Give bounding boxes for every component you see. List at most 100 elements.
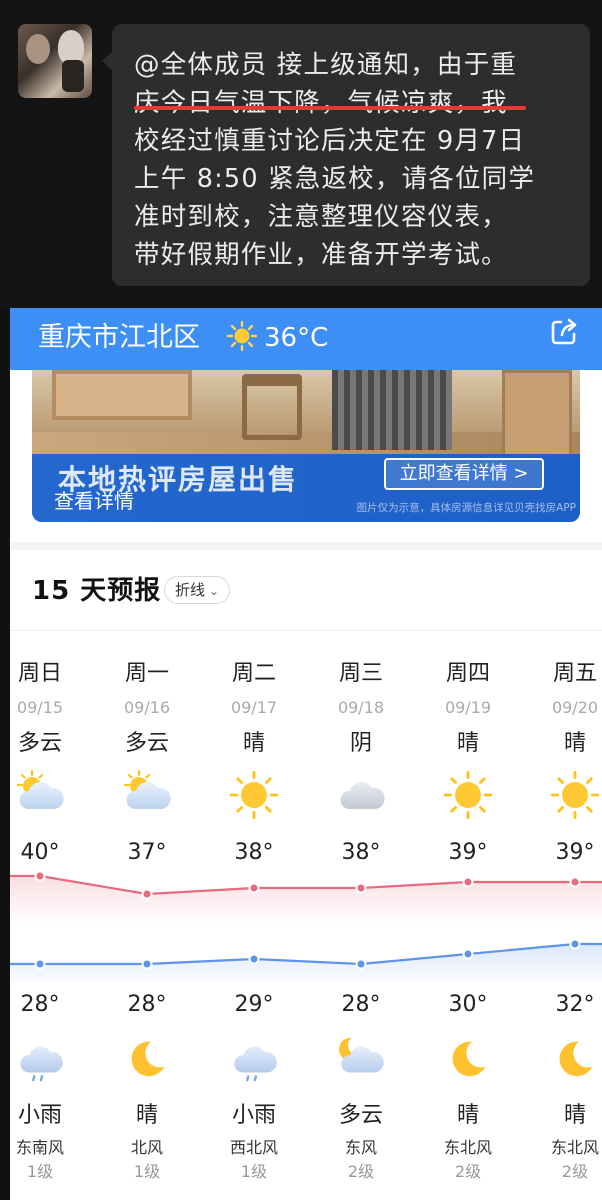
message-line: 庆今日气温下降，气候凉爽，我 [134,88,508,118]
night-condition: 晴 [456,1103,479,1128]
forecast-day-column[interactable]: 周日 09/15 多云 40° [10,656,94,865]
forecast-date: 09/15 [16,698,64,717]
low-temperature: 28° [341,992,381,1017]
partly-cloudy-icon [93,764,201,826]
moon-icon [414,1022,522,1096]
low-temperature: 28° [127,992,167,1017]
weather-header: 重庆市江北区 36°C [10,308,602,370]
message-line: 上午 8:50 紧急返校，请各位同学 [134,164,536,194]
low-temperature: 32° [555,992,595,1017]
rain-cloud-icon [10,1022,94,1096]
moon-cloud-icon [307,1022,415,1096]
share-icon[interactable] [548,316,580,348]
wind-direction: 东北风 [550,1138,599,1157]
low-temperature: 30° [448,992,488,1017]
night-condition: 晴 [563,1103,586,1128]
ad-detail-button[interactable]: 立即查看详情 > [384,458,544,490]
message-line: @全体成员 接上级通知，由于重 [134,50,518,80]
day-condition: 晴 [242,731,265,756]
forecast-night-column[interactable]: 29° 小雨 西北风 1级 [200,988,308,1184]
ad-view-details-link[interactable]: 查看详情 [54,486,134,516]
night-condition: 晴 [135,1103,158,1128]
forecast-night-column[interactable]: 28° 多云 东风 2级 [307,988,415,1184]
wind-level: 1级 [26,1162,54,1181]
high-temperature: 38° [341,840,381,865]
section-divider [10,542,602,550]
forecast-day-column[interactable]: 周四 09/19 晴 39° [414,656,522,865]
forecast-header: 15 天预报 折线 ⌄ [32,570,231,607]
sender-avatar[interactable] [18,24,92,98]
forecast-date: 09/18 [337,698,385,717]
message-bubble[interactable]: @全体成员 接上级通知，由于重 庆今日气温下降，气候凉爽，我 校经过慎重讨论后决… [102,24,590,286]
rain-cloud-icon [200,1022,308,1096]
wind-level: 1级 [240,1162,268,1181]
day-of-week: 周二 [231,661,276,686]
high-temperature: 40° [20,840,60,865]
forecast-night-column[interactable]: 28° 小雨 东南风 1级 [10,988,94,1184]
low-temp-point [569,938,581,950]
day-of-week: 周五 [552,661,597,686]
high-temp-point [248,882,260,894]
divider [10,630,602,631]
wind-direction: 东北风 [443,1138,492,1157]
high-temp-point [34,870,46,882]
high-temperature: 38° [234,840,274,865]
chevron-down-icon: ⌄ [209,584,220,598]
day-condition: 阴 [349,731,372,756]
wind-direction: 西北风 [229,1138,278,1157]
night-condition: 多云 [338,1103,383,1128]
moon-icon [93,1022,201,1096]
ad-disclaimer: 图片仅为示意，具体房源信息详见贝壳找房APP [356,502,576,514]
high-temperature: 39° [448,840,488,865]
low-temperature: 28° [20,992,60,1017]
wind-level: 2级 [561,1162,589,1181]
chart-mode-dropdown[interactable]: 折线 ⌄ [164,576,231,604]
day-of-week: 周四 [445,661,490,686]
wind-level: 1级 [133,1162,161,1181]
forecast-date: 09/17 [230,698,278,717]
day-of-week: 周日 [17,661,62,686]
high-temp-point [141,888,153,900]
wind-direction: 北风 [130,1138,163,1157]
chart-mode-label: 折线 [175,581,206,599]
wind-direction: 东南风 [15,1138,64,1157]
sun-icon [414,764,522,826]
low-temp-point [355,958,367,970]
high-temperature: 39° [555,840,595,865]
forecast-date: 09/16 [123,698,171,717]
wind-level: 2级 [454,1162,482,1181]
message-line: 校经过慎重讨论后决定在 9月7日 [134,126,526,156]
high-temp-area [10,876,602,924]
forecast-night-column[interactable]: 30° 晴 东北风 2级 [414,988,522,1184]
forecast-day-column[interactable]: 周二 09/17 晴 38° [200,656,308,865]
low-temperature: 29° [234,992,274,1017]
day-condition: 多云 [124,731,169,756]
day-condition: 多云 [17,731,62,756]
forecast-night-column[interactable]: 28° 晴 北风 1级 [93,988,201,1184]
high-temp-point [569,876,581,888]
forecast-date: 09/20 [551,698,599,717]
high-temperature: 37° [127,840,167,865]
current-temperature: 36°C [264,323,329,353]
forecast-day-column[interactable]: 周五 09/20 晴 39° [521,656,602,865]
day-condition: 晴 [456,731,479,756]
partly-cloudy-icon [10,764,94,826]
forecast-day-column[interactable]: 周三 09/18 阴 38° [307,656,415,865]
high-temp-point [355,882,367,894]
sun-icon [521,764,602,826]
message-line: 准时到校，注意整理仪容仪表， [134,202,508,232]
day-condition: 晴 [563,731,586,756]
low-temp-point [141,958,153,970]
chat-area: @全体成员 接上级通知，由于重 庆今日气温下降，气候凉爽，我 校经过慎重讨论后决… [0,0,602,308]
wind-direction: 东风 [344,1138,377,1157]
high-temp-point [462,876,474,888]
forecast-day-column[interactable]: 周一 09/16 多云 37° [93,656,201,865]
cloud-icon [307,764,415,826]
message-line: 带好假期作业，准备开学考试。 [134,240,508,270]
night-condition: 小雨 [17,1103,62,1128]
house-ad-banner[interactable]: 本地热评房屋出售 立即查看详情 > 查看详情 图片仅为示意，具体房源信息详见贝壳… [32,370,580,522]
location-label[interactable]: 重庆市江北区 [38,316,200,360]
sun-icon [200,764,308,826]
red-underline-annotation [134,106,526,110]
forecast-night-column[interactable]: 32° 晴 东北风 2级 [521,988,602,1184]
